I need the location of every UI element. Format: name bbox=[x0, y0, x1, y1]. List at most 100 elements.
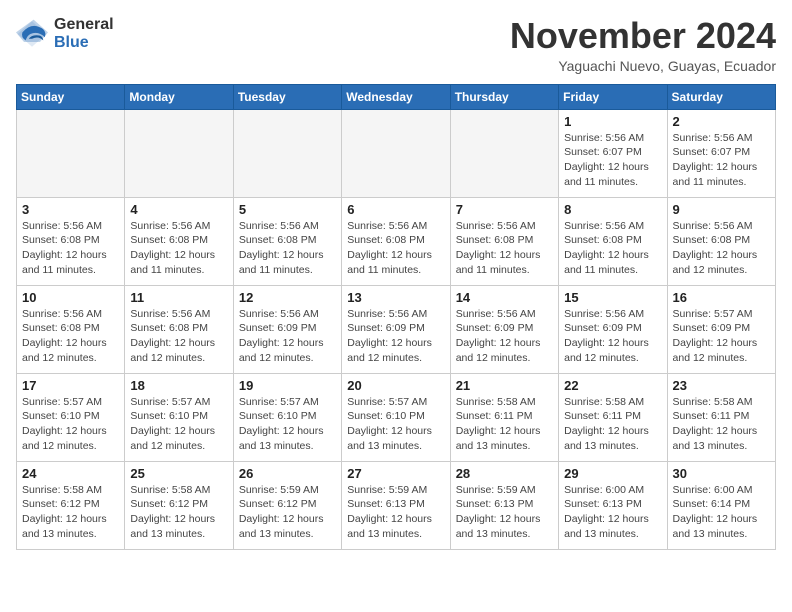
day-cell-3: 3Sunrise: 5:56 AM Sunset: 6:08 PM Daylig… bbox=[17, 197, 125, 285]
empty-cell bbox=[450, 109, 558, 197]
week-row-3: 10 Sunrise: 5:56 AM Sunset: 6:08 PM Dayli… bbox=[17, 285, 776, 373]
day-header-thursday: Thursday bbox=[450, 84, 558, 109]
day-info: Sunrise: 5:57 AM Sunset: 6:10 PM Dayligh… bbox=[239, 395, 336, 454]
empty-cell bbox=[233, 109, 341, 197]
day-header-tuesday: Tuesday bbox=[233, 84, 341, 109]
logo-general: General bbox=[54, 16, 114, 34]
title-block: November 2024 Yaguachi Nuevo, Guayas, Ec… bbox=[510, 16, 776, 74]
day-info: Sunrise: 5:56 AM Sunset: 6:08 PM Dayligh… bbox=[347, 219, 444, 278]
day-cell-11: 11 Sunrise: 5:56 AM Sunset: 6:08 PM Dayli… bbox=[125, 285, 233, 373]
day-number: 19 bbox=[239, 378, 336, 393]
week-row-4: 17 Sunrise: 5:57 AM Sunset: 6:10 PM Dayli… bbox=[17, 373, 776, 461]
day-info: Sunrise: 5:58 AM Sunset: 6:12 PM Dayligh… bbox=[22, 483, 119, 542]
day-cell-19: 19 Sunrise: 5:57 AM Sunset: 6:10 PM Dayli… bbox=[233, 373, 341, 461]
day-info: Sunrise: 5:56 AM Sunset: 6:08 PM Dayligh… bbox=[456, 219, 553, 278]
day-info: Sunrise: 5:57 AM Sunset: 6:10 PM Dayligh… bbox=[22, 395, 119, 454]
day-number: 15 bbox=[564, 290, 661, 305]
day-info: Sunrise: 5:59 AM Sunset: 6:13 PM Dayligh… bbox=[347, 483, 444, 542]
day-number: 21 bbox=[456, 378, 553, 393]
day-header-friday: Friday bbox=[559, 84, 667, 109]
day-number: 4 bbox=[130, 202, 227, 217]
day-number: 10 bbox=[22, 290, 119, 305]
day-cell-29: 29 Sunrise: 6:00 AM Sunset: 6:13 PM Dayli… bbox=[559, 461, 667, 549]
day-cell-2: 2Sunrise: 5:56 AM Sunset: 6:07 PM Daylig… bbox=[667, 109, 775, 197]
logo-blue: Blue bbox=[54, 34, 114, 52]
day-info: Sunrise: 6:00 AM Sunset: 6:14 PM Dayligh… bbox=[673, 483, 770, 542]
day-info: Sunrise: 5:56 AM Sunset: 6:07 PM Dayligh… bbox=[673, 131, 770, 190]
day-info: Sunrise: 5:58 AM Sunset: 6:11 PM Dayligh… bbox=[456, 395, 553, 454]
day-info: Sunrise: 5:59 AM Sunset: 6:13 PM Dayligh… bbox=[456, 483, 553, 542]
day-cell-6: 6 Sunrise: 5:56 AM Sunset: 6:08 PM Daylig… bbox=[342, 197, 450, 285]
day-number: 24 bbox=[22, 466, 119, 481]
page-header: General Blue November 2024 Yaguachi Nuev… bbox=[16, 16, 776, 74]
day-number: 17 bbox=[22, 378, 119, 393]
day-number: 7 bbox=[456, 202, 553, 217]
week-row-5: 24 Sunrise: 5:58 AM Sunset: 6:12 PM Dayli… bbox=[17, 461, 776, 549]
day-info: Sunrise: 5:56 AM Sunset: 6:08 PM Dayligh… bbox=[22, 307, 119, 366]
day-info: Sunrise: 5:58 AM Sunset: 6:12 PM Dayligh… bbox=[130, 483, 227, 542]
day-number: 26 bbox=[239, 466, 336, 481]
day-cell-27: 27 Sunrise: 5:59 AM Sunset: 6:13 PM Dayli… bbox=[342, 461, 450, 549]
day-cell-4: 4 Sunrise: 5:56 AM Sunset: 6:08 PM Daylig… bbox=[125, 197, 233, 285]
empty-cell bbox=[342, 109, 450, 197]
day-info: Sunrise: 5:59 AM Sunset: 6:12 PM Dayligh… bbox=[239, 483, 336, 542]
calendar: SundayMondayTuesdayWednesdayThursdayFrid… bbox=[16, 84, 776, 550]
day-cell-16: 16Sunrise: 5:57 AM Sunset: 6:09 PM Dayli… bbox=[667, 285, 775, 373]
empty-cell bbox=[17, 109, 125, 197]
day-cell-14: 14 Sunrise: 5:56 AM Sunset: 6:09 PM Dayli… bbox=[450, 285, 558, 373]
day-info: Sunrise: 5:57 AM Sunset: 6:09 PM Dayligh… bbox=[673, 307, 770, 366]
day-cell-9: 9 Sunrise: 5:56 AM Sunset: 6:08 PM Daylig… bbox=[667, 197, 775, 285]
week-row-2: 3Sunrise: 5:56 AM Sunset: 6:08 PM Daylig… bbox=[17, 197, 776, 285]
day-cell-30: 30 Sunrise: 6:00 AM Sunset: 6:14 PM Dayli… bbox=[667, 461, 775, 549]
day-info: Sunrise: 5:56 AM Sunset: 6:08 PM Dayligh… bbox=[239, 219, 336, 278]
day-number: 18 bbox=[130, 378, 227, 393]
day-info: Sunrise: 5:57 AM Sunset: 6:10 PM Dayligh… bbox=[130, 395, 227, 454]
day-number: 28 bbox=[456, 466, 553, 481]
day-info: Sunrise: 5:56 AM Sunset: 6:09 PM Dayligh… bbox=[347, 307, 444, 366]
day-cell-26: 26 Sunrise: 5:59 AM Sunset: 6:12 PM Dayli… bbox=[233, 461, 341, 549]
day-info: Sunrise: 6:00 AM Sunset: 6:13 PM Dayligh… bbox=[564, 483, 661, 542]
logo-icon bbox=[16, 18, 48, 50]
day-info: Sunrise: 5:56 AM Sunset: 6:08 PM Dayligh… bbox=[564, 219, 661, 278]
day-info: Sunrise: 5:56 AM Sunset: 6:08 PM Dayligh… bbox=[22, 219, 119, 278]
day-cell-5: 5 Sunrise: 5:56 AM Sunset: 6:08 PM Daylig… bbox=[233, 197, 341, 285]
day-cell-10: 10 Sunrise: 5:56 AM Sunset: 6:08 PM Dayli… bbox=[17, 285, 125, 373]
day-number: 11 bbox=[130, 290, 227, 305]
day-cell-7: 7 Sunrise: 5:56 AM Sunset: 6:08 PM Daylig… bbox=[450, 197, 558, 285]
day-number: 9 bbox=[673, 202, 770, 217]
day-number: 25 bbox=[130, 466, 227, 481]
day-info: Sunrise: 5:56 AM Sunset: 6:08 PM Dayligh… bbox=[673, 219, 770, 278]
day-number: 12 bbox=[239, 290, 336, 305]
day-number: 23 bbox=[673, 378, 770, 393]
day-info: Sunrise: 5:58 AM Sunset: 6:11 PM Dayligh… bbox=[673, 395, 770, 454]
empty-cell bbox=[125, 109, 233, 197]
day-number: 22 bbox=[564, 378, 661, 393]
day-cell-13: 13Sunrise: 5:56 AM Sunset: 6:09 PM Dayli… bbox=[342, 285, 450, 373]
month-title: November 2024 bbox=[510, 16, 776, 56]
day-info: Sunrise: 5:56 AM Sunset: 6:08 PM Dayligh… bbox=[130, 307, 227, 366]
day-cell-22: 22Sunrise: 5:58 AM Sunset: 6:11 PM Dayli… bbox=[559, 373, 667, 461]
day-number: 30 bbox=[673, 466, 770, 481]
day-number: 29 bbox=[564, 466, 661, 481]
day-number: 20 bbox=[347, 378, 444, 393]
week-row-1: 1Sunrise: 5:56 AM Sunset: 6:07 PM Daylig… bbox=[17, 109, 776, 197]
day-header-wednesday: Wednesday bbox=[342, 84, 450, 109]
day-cell-18: 18 Sunrise: 5:57 AM Sunset: 6:10 PM Dayli… bbox=[125, 373, 233, 461]
day-number: 6 bbox=[347, 202, 444, 217]
day-cell-23: 23 Sunrise: 5:58 AM Sunset: 6:11 PM Dayli… bbox=[667, 373, 775, 461]
day-info: Sunrise: 5:56 AM Sunset: 6:08 PM Dayligh… bbox=[130, 219, 227, 278]
day-info: Sunrise: 5:57 AM Sunset: 6:10 PM Dayligh… bbox=[347, 395, 444, 454]
day-cell-21: 21 Sunrise: 5:58 AM Sunset: 6:11 PM Dayli… bbox=[450, 373, 558, 461]
day-info: Sunrise: 5:56 AM Sunset: 6:09 PM Dayligh… bbox=[239, 307, 336, 366]
day-header-monday: Monday bbox=[125, 84, 233, 109]
day-number: 27 bbox=[347, 466, 444, 481]
day-info: Sunrise: 5:56 AM Sunset: 6:09 PM Dayligh… bbox=[456, 307, 553, 366]
day-cell-8: 8Sunrise: 5:56 AM Sunset: 6:08 PM Daylig… bbox=[559, 197, 667, 285]
day-info: Sunrise: 5:56 AM Sunset: 6:09 PM Dayligh… bbox=[564, 307, 661, 366]
day-cell-15: 15 Sunrise: 5:56 AM Sunset: 6:09 PM Dayli… bbox=[559, 285, 667, 373]
day-number: 14 bbox=[456, 290, 553, 305]
logo-text: General Blue bbox=[54, 16, 114, 51]
day-number: 5 bbox=[239, 202, 336, 217]
day-cell-1: 1Sunrise: 5:56 AM Sunset: 6:07 PM Daylig… bbox=[559, 109, 667, 197]
day-cell-12: 12 Sunrise: 5:56 AM Sunset: 6:09 PM Dayli… bbox=[233, 285, 341, 373]
